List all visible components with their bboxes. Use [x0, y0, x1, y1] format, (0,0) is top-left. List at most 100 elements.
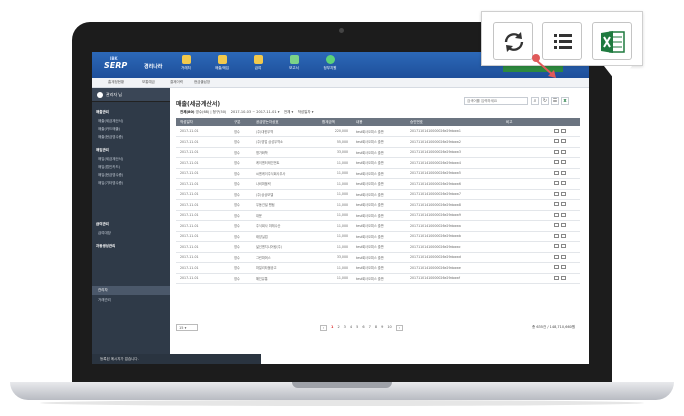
sidebar-heading[interactable]: 급여관리	[96, 222, 109, 227]
quick-link[interactable]: 홈계정현황	[108, 80, 124, 85]
column-header[interactable]: 공급받는자상호	[252, 118, 318, 126]
page-number[interactable]: 10	[387, 325, 391, 331]
search-box[interactable]	[464, 97, 528, 105]
copy-icon[interactable]	[554, 202, 559, 207]
copy-icon[interactable]	[554, 275, 559, 280]
print-icon[interactable]	[561, 223, 566, 228]
page-number[interactable]: 9	[381, 325, 383, 331]
sidebar-item[interactable]: 매출(세금계산서)	[98, 119, 123, 124]
column-header[interactable]: 구분	[230, 118, 252, 126]
table-row[interactable]: 2017-11-01 영수 대운 11,000 test회사오피스 출판 20171101…	[176, 210, 580, 221]
copy-icon[interactable]	[554, 160, 559, 165]
copy-icon[interactable]	[554, 139, 559, 144]
column-header[interactable]: 합계금액	[318, 118, 352, 126]
table-row[interactable]: 2017-11-01 영수 주식회사 미래수산 11,000 test회사오피스 출판 2…	[176, 220, 580, 232]
column-header[interactable]: 작성일자	[176, 118, 230, 126]
print-icon[interactable]	[561, 149, 566, 154]
print-icon[interactable]	[561, 265, 566, 270]
sidebar-heading[interactable]: 자동생성관리	[96, 244, 115, 249]
copy-icon[interactable]	[554, 244, 559, 249]
column-header[interactable]: 승인번호	[406, 118, 502, 126]
quick-link[interactable]: 결제이력	[170, 80, 183, 85]
sidebar-item[interactable]: 매입(세금계산서)	[98, 157, 123, 162]
table-row[interactable]: 2017-11-01 영수 씨엔케이주식회사무사 11,000 test회사오피스 출판…	[176, 168, 580, 179]
sidebar-heading[interactable]: 매입관리	[96, 148, 109, 153]
table-row[interactable]: 2017-11-01 영수 (주)상상모델 11,000 test회사오피스 출판 201…	[176, 189, 580, 200]
app-logo[interactable]: SERP	[104, 61, 127, 70]
sidebar-item[interactable]: 매출(카드매출)	[98, 127, 120, 132]
copy-icon[interactable]	[554, 223, 559, 228]
page-number[interactable]: 8	[375, 325, 377, 331]
sidebar-heading[interactable]: 매출관리	[96, 110, 109, 115]
print-icon[interactable]	[561, 191, 566, 196]
copy-icon[interactable]	[554, 265, 559, 270]
print-icon[interactable]	[561, 128, 566, 133]
status-filter[interactable]: 전체	[284, 110, 290, 114]
copy-icon[interactable]	[554, 254, 559, 259]
copy-icon[interactable]	[554, 212, 559, 217]
table-row[interactable]: 2017-11-01 영수 (주)영업 삼성무역소 55,000 test회사오피스 출…	[176, 136, 580, 148]
page-number[interactable]: 5	[356, 325, 358, 331]
sidebar-item[interactable]: 거래관리	[98, 298, 111, 303]
print-icon[interactable]	[561, 160, 566, 165]
excel-icon[interactable]: x	[561, 97, 569, 105]
print-icon[interactable]	[561, 244, 566, 249]
page-number[interactable]: 1	[331, 325, 333, 331]
table-row[interactable]: 2017-11-01 영수 마일리타몰공고 11,000 test회사오피스 출판 201…	[176, 262, 580, 274]
excel-button[interactable]	[592, 22, 632, 60]
print-icon[interactable]	[561, 181, 566, 186]
filter-total[interactable]: 전체(80)	[180, 110, 195, 114]
page-number[interactable]: 7	[369, 325, 371, 331]
search-icon[interactable]: ⌕	[531, 97, 539, 105]
quick-link[interactable]: 현금출납장	[194, 80, 210, 85]
search-input[interactable]	[465, 98, 527, 104]
sidebar-item[interactable]: 매입(법인카드)	[98, 165, 120, 170]
table-row[interactable]: 2017-11-01 영수 나비퍼블릭 11,000 test회사오피스 출판 20171…	[176, 178, 580, 190]
nav-item-payroll[interactable]: 급여	[244, 55, 272, 71]
list-icon[interactable]: ☰	[551, 97, 559, 105]
column-header[interactable]: 비고	[502, 118, 550, 126]
table-row[interactable]: 2017-11-01 영수 (주)대한무역 220,000 test회사오피스 출판 20…	[176, 126, 580, 137]
nav-item-report[interactable]: 보고서	[280, 55, 308, 71]
page-size-select[interactable]: 15 ▾	[176, 324, 198, 331]
sidebar-item[interactable]: 관리자	[98, 288, 108, 293]
nav-item-gov-support[interactable]: 정부지원	[316, 55, 344, 71]
table-row[interactable]: 2017-11-01 영수 태양실업 11,000 test회사오피스 출판 201711…	[176, 231, 580, 242]
sidebar-item[interactable]: 급여대장	[98, 231, 111, 236]
table-row[interactable]: 2017-11-01 영수 그린파머스 33,000 test회사오피스 출판 20171…	[176, 252, 580, 263]
sidebar-item[interactable]: 매입(현금영수증)	[98, 173, 123, 178]
table-row[interactable]: 2017-11-01 영수 우동건설 팬텀 11,000 test회사오피스 출판 201…	[176, 199, 580, 211]
sidebar-item[interactable]: 매출(현금영수증)	[98, 135, 123, 140]
copy-icon[interactable]	[554, 233, 559, 238]
print-icon[interactable]	[561, 254, 566, 259]
copy-icon[interactable]	[554, 128, 559, 133]
sidebar-item[interactable]: 매입(기타영수증)	[98, 181, 123, 186]
print-icon[interactable]	[561, 275, 566, 280]
copy-icon[interactable]	[554, 149, 559, 154]
page-number[interactable]: 2	[337, 325, 339, 331]
prev-page-button[interactable]: ‹	[320, 325, 327, 331]
table-row[interactable]: 2017-11-01 영수 넓선엔지니어링(주) 11,000 test회사오피스 출판…	[176, 241, 580, 253]
table-row[interactable]: 2017-11-01 영수 케이엔터테인먼트 11,000 test회사오피스 출판 20…	[176, 157, 580, 169]
table-row[interactable]: 2017-11-01 영수 해진유통 11,000 test회사오피스 출판 201711…	[176, 273, 580, 284]
copy-icon[interactable]	[554, 191, 559, 196]
quick-link[interactable]: 보통예금	[142, 80, 155, 85]
print-icon[interactable]	[561, 202, 566, 207]
page-number[interactable]: 3	[344, 325, 346, 331]
date-range[interactable]: 2017-10-03 ~ 2017-11-01	[231, 110, 277, 114]
copy-icon[interactable]	[554, 181, 559, 186]
nav-item-sales[interactable]: 매출/매입	[208, 55, 236, 71]
print-icon[interactable]	[561, 139, 566, 144]
page-number[interactable]: 6	[362, 325, 364, 331]
sort-select[interactable]: 작성일자	[298, 110, 311, 114]
print-icon[interactable]	[561, 233, 566, 238]
table-row[interactable]: 2017-11-01 영수 명가화학 33,000 test회사오피스 출판 201711…	[176, 147, 580, 158]
print-icon[interactable]	[561, 212, 566, 217]
refresh-icon[interactable]: ↻	[541, 97, 549, 105]
column-header[interactable]: 내용	[352, 118, 406, 126]
print-icon[interactable]	[561, 170, 566, 175]
next-page-button[interactable]: ›	[395, 325, 403, 331]
nav-item-clients[interactable]: 거래처	[172, 55, 200, 71]
copy-icon[interactable]	[554, 170, 559, 175]
page-number[interactable]: 4	[350, 325, 352, 331]
